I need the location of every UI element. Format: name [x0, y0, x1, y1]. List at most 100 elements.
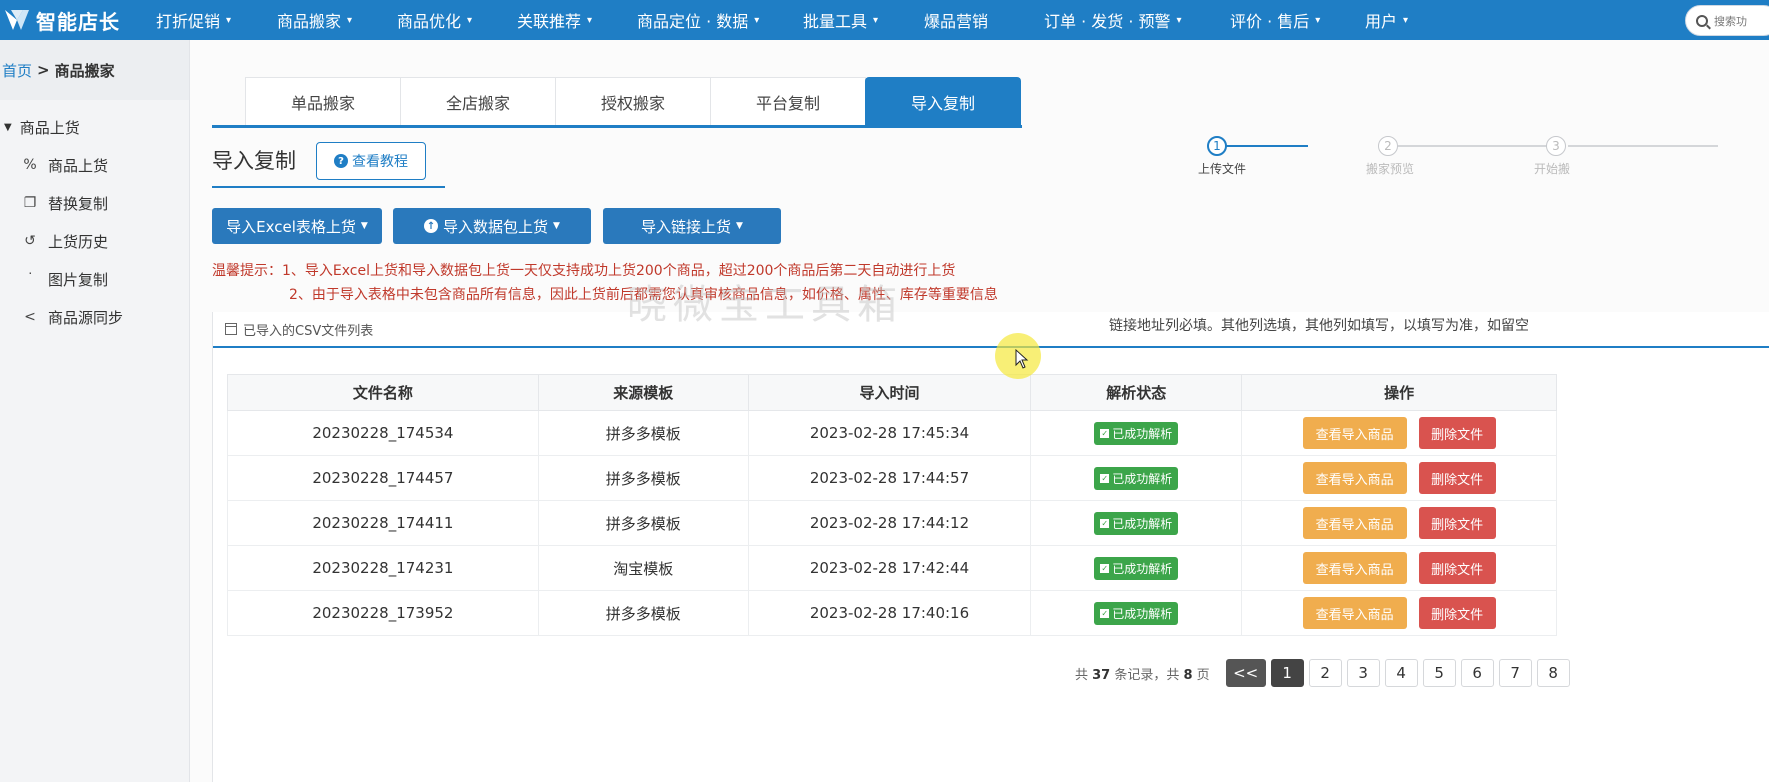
status-label: 已成功解析: [1112, 471, 1173, 486]
tutorial-label: 查看教程: [352, 154, 408, 170]
import-excel-button[interactable]: 导入Excel表格上货 ▼: [212, 208, 382, 244]
view-imported-button[interactable]: 查看导入商品: [1302, 507, 1407, 539]
check-icon: ✓: [1100, 428, 1110, 438]
nav-label: 关联推荐: [517, 12, 582, 31]
nav-label: 商品定位 · 数据: [637, 12, 749, 31]
nav-product-position-data[interactable]: 商品定位 · 数据 ▾: [637, 0, 759, 40]
nav-order-ship-alert[interactable]: 订单 · 发货 · 预警 ▾: [1044, 0, 1182, 40]
sidebar-group-product-upload[interactable]: ▼ 商品上货: [0, 108, 189, 146]
step-1-label: 上传文件: [1198, 162, 1247, 176]
caret-down-icon: ▼: [4, 121, 12, 133]
nav-product-optimize[interactable]: 商品优化 ▾: [397, 0, 472, 40]
header-actions: 操作: [1241, 374, 1557, 411]
page-button-1[interactable]: 1: [1270, 659, 1304, 687]
chevron-down-icon: ▾: [1403, 14, 1409, 26]
page-button-2[interactable]: 2: [1308, 659, 1342, 687]
import-package-button[interactable]: ↑ 导入数据包上货 ▼: [393, 208, 591, 244]
page-button-8[interactable]: 8: [1536, 659, 1570, 687]
tab-single-move[interactable]: 单品搬家: [245, 77, 401, 125]
import-excel-label: 导入Excel表格上货: [226, 217, 356, 236]
tab-store-move[interactable]: 全店搬家: [400, 77, 556, 125]
delete-file-button[interactable]: 删除文件: [1418, 597, 1496, 629]
nav-hot-marketing[interactable]: 爆品营销: [924, 0, 994, 40]
step-connector: [1226, 145, 1308, 147]
sidebar-item-replace-copy[interactable]: ❐ 替换复制: [0, 184, 189, 222]
app-logo[interactable]: 智能店长: [0, 0, 158, 40]
breadcrumb-separator: >: [37, 61, 50, 79]
nav-discount-promo[interactable]: 打折促销 ▾: [156, 0, 231, 40]
tab-authorized-move[interactable]: 授权搬家: [555, 77, 711, 125]
step-3-label: 开始搬: [1534, 162, 1571, 176]
cell-status: ✓ 已成功解析: [1030, 500, 1243, 546]
cell-file-name: 20230228_174231: [227, 545, 539, 591]
status-badge: ✓ 已成功解析: [1094, 556, 1179, 580]
sidebar-item-image-copy[interactable]: ᐝ 图片复制: [0, 260, 189, 298]
chevron-down-icon: ▾: [467, 14, 473, 26]
view-tutorial-button[interactable]: ? 查看教程: [316, 142, 426, 180]
page-button-3[interactable]: 3: [1346, 659, 1380, 687]
view-imported-button[interactable]: 查看导入商品: [1302, 597, 1407, 629]
page-button-7[interactable]: 7: [1498, 659, 1532, 687]
notice-line-1: 1、导入Excel上货和导入数据包上货一天仅支持成功上货200个商品，超过200…: [282, 263, 956, 279]
tab-platform-copy[interactable]: 平台复制: [710, 77, 866, 125]
breadcrumb-home-link[interactable]: 首页: [2, 60, 32, 81]
sidebar: 首页 > 商品搬家 ▼ 商品上货 % 商品上货 ❐ 替换复制 ↺ 上货历史 ᐝ …: [0, 40, 190, 782]
search-input[interactable]: 搜索功: [1685, 5, 1769, 36]
question-icon: ?: [334, 154, 348, 168]
sidebar-item-source-sync[interactable]: < 商品源同步: [0, 298, 189, 336]
delete-file-button[interactable]: 删除文件: [1418, 552, 1496, 584]
status-label: 已成功解析: [1112, 426, 1173, 441]
cell-template: 拼多多模板: [537, 500, 749, 546]
caret-down-icon: ▼: [360, 221, 368, 231]
notice-prefix: 温馨提示：: [212, 263, 282, 279]
cell-template: 拼多多模板: [537, 590, 749, 636]
pinfo-post: 页: [1192, 667, 1210, 683]
nav-label: 批量工具: [803, 12, 868, 31]
sidebar-item-product-upload[interactable]: % 商品上货: [0, 146, 189, 184]
pinfo-mid: 条记录，共: [1110, 667, 1184, 683]
cell-file-name: 20230228_174457: [227, 455, 539, 501]
nav-user[interactable]: 用户 ▾: [1365, 0, 1408, 40]
delete-file-button[interactable]: 删除文件: [1418, 417, 1496, 449]
import-link-button[interactable]: 导入链接上货 ▼: [603, 208, 781, 244]
import-link-label: 导入链接上货: [641, 217, 732, 236]
pinfo-pages: 8: [1183, 667, 1193, 683]
csv-file-table: 文件名称 来源模板 导入时间 解析状态 操作 20230228_174534 拼…: [227, 374, 1557, 636]
chevron-down-icon: ▾: [1176, 14, 1182, 26]
top-nav-bar: 智能店长 打折促销 ▾ 商品搬家 ▾ 商品优化 ▾ 关联推荐 ▾ 商品定位 · 数据 ▾ …: [0, 0, 1769, 40]
copy-icon: ❐: [23, 195, 37, 211]
sidebar-item-label: 替换复制: [48, 194, 109, 213]
sidebar-item-label: 图片复制: [48, 270, 109, 289]
cell-import-time: 2023-02-28 17:45:34: [747, 410, 1032, 456]
status-badge: ✓ 已成功解析: [1094, 511, 1179, 535]
nav-product-move[interactable]: 商品搬家 ▾: [277, 0, 352, 40]
table-header-row: 文件名称 来源模板 导入时间 解析状态 操作: [227, 374, 1557, 411]
view-imported-button[interactable]: 查看导入商品: [1302, 462, 1407, 494]
nav-label: 订单 · 发货 · 预警: [1044, 12, 1171, 31]
tab-import-copy[interactable]: 导入复制: [865, 77, 1021, 125]
step-connector: [1568, 145, 1718, 147]
page-button-6[interactable]: 6: [1460, 659, 1494, 687]
page-prev-button[interactable]: <<: [1225, 659, 1266, 687]
sidebar-item-upload-history[interactable]: ↺ 上货历史: [0, 222, 189, 260]
caret-down-icon: ▼: [553, 221, 560, 231]
cell-actions: 查看导入商品 删除文件: [1241, 455, 1557, 501]
view-imported-button[interactable]: 查看导入商品: [1302, 417, 1407, 449]
search-placeholder: 搜索功: [1714, 14, 1747, 28]
cell-template: 拼多多模板: [537, 410, 749, 456]
delete-file-button[interactable]: 删除文件: [1418, 462, 1496, 494]
caret-down-icon: ▼: [736, 221, 743, 231]
nav-review-aftersale[interactable]: 评价 · 售后 ▾: [1230, 0, 1320, 40]
page-button-4[interactable]: 4: [1384, 659, 1418, 687]
delete-file-button[interactable]: 删除文件: [1418, 507, 1496, 539]
page-title: 导入复制: [212, 149, 296, 173]
cell-status: ✓ 已成功解析: [1030, 410, 1243, 456]
view-imported-button[interactable]: 查看导入商品: [1302, 552, 1407, 584]
pinfo-pre: 共: [1075, 667, 1093, 683]
nav-related-recommend[interactable]: 关联推荐 ▾: [517, 0, 592, 40]
page-button-5[interactable]: 5: [1422, 659, 1456, 687]
sitemap-icon: ᐝ: [28, 271, 32, 287]
nav-batch-tools[interactable]: 批量工具 ▾: [803, 0, 878, 40]
import-package-label: 导入数据包上货: [443, 217, 549, 236]
title-underline: [212, 186, 445, 188]
